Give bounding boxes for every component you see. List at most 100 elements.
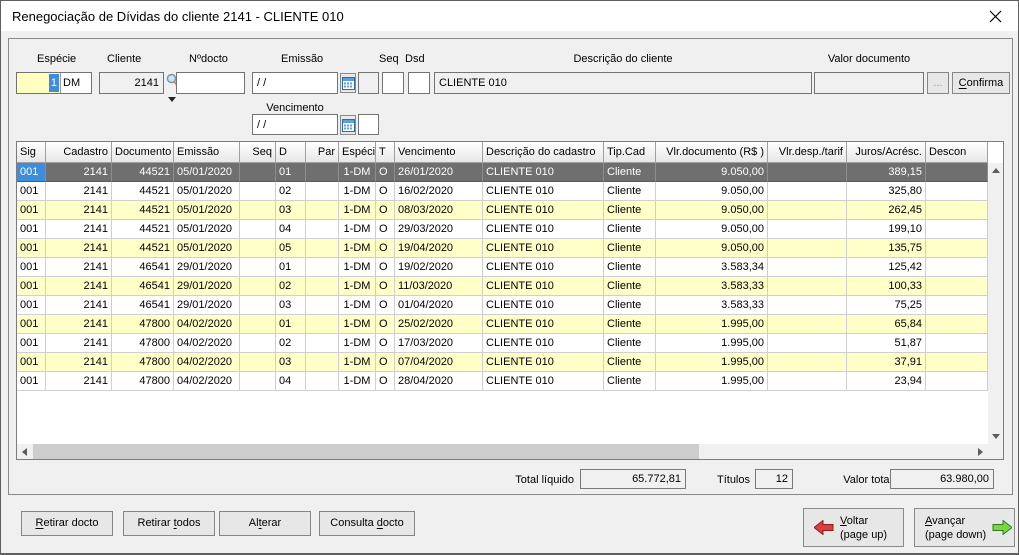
table-cell[interactable]: 46541	[112, 277, 174, 296]
table-cell[interactable]	[926, 201, 988, 220]
avancar-button[interactable]: Avançar (page down)	[914, 508, 1015, 547]
table-cell[interactable]: 04	[276, 220, 306, 239]
table-cell[interactable]	[306, 258, 339, 277]
table-cell[interactable]	[768, 353, 847, 372]
table-cell[interactable]	[768, 296, 847, 315]
table-cell[interactable]: 2141	[46, 353, 112, 372]
table-row[interactable]: 00121414780004/02/2020041-DMO28/04/2020C…	[17, 372, 988, 391]
table-cell[interactable]: 47800	[112, 334, 174, 353]
table-cell[interactable]: 1-DM	[339, 182, 376, 201]
table-row[interactable]: 00121414452105/01/2020011-DMO26/01/2020C…	[17, 163, 988, 182]
table-cell[interactable]: 1-DM	[339, 353, 376, 372]
table-cell[interactable]: 1.995,00	[656, 334, 768, 353]
table-cell[interactable]: 001	[17, 296, 46, 315]
table-cell[interactable]: 02	[276, 334, 306, 353]
table-cell[interactable]	[306, 239, 339, 258]
cliente-field[interactable]: 2141	[99, 72, 164, 94]
valor-documento-field[interactable]	[814, 72, 924, 94]
table-cell[interactable]: Cliente	[604, 163, 656, 182]
table-cell[interactable]: 26/01/2020	[395, 163, 483, 182]
column-header[interactable]: D	[276, 142, 306, 163]
table-cell[interactable]: 05/01/2020	[174, 239, 240, 258]
retirar-todos-button[interactable]: Retirar todos	[123, 511, 215, 536]
table-cell[interactable]: CLIENTE 010	[483, 258, 604, 277]
table-cell[interactable]: O	[376, 372, 395, 391]
table-cell[interactable]	[240, 353, 276, 372]
table-cell[interactable]: 02	[276, 182, 306, 201]
table-row[interactable]: 00121414452105/01/2020051-DMO19/04/2020C…	[17, 239, 988, 258]
table-cell[interactable]: 44521	[112, 220, 174, 239]
scroll-left-button[interactable]	[17, 444, 32, 459]
table-cell[interactable]: 05	[276, 239, 306, 258]
table-cell[interactable]	[768, 372, 847, 391]
table-cell[interactable]	[768, 334, 847, 353]
table-cell[interactable]	[306, 353, 339, 372]
table-cell[interactable]	[926, 296, 988, 315]
table-cell[interactable]: 44521	[112, 239, 174, 258]
table-cell[interactable]: 2141	[46, 258, 112, 277]
table-cell[interactable]	[306, 220, 339, 239]
table-cell[interactable]: 02	[276, 277, 306, 296]
table-cell[interactable]: CLIENTE 010	[483, 372, 604, 391]
table-cell[interactable]: 47800	[112, 372, 174, 391]
table-cell[interactable]: 2141	[46, 296, 112, 315]
emissao-field[interactable]: / /	[252, 72, 338, 94]
especie-field[interactable]: 1 DM	[16, 72, 92, 94]
table-cell[interactable]: 3.583,33	[656, 277, 768, 296]
table-cell[interactable]: 2141	[46, 277, 112, 296]
column-header[interactable]: Par	[306, 142, 339, 163]
table-cell[interactable]	[240, 315, 276, 334]
table-cell[interactable]: 1.995,00	[656, 372, 768, 391]
table-cell[interactable]	[768, 220, 847, 239]
table-cell[interactable]: 9.050,00	[656, 220, 768, 239]
table-cell[interactable]: CLIENTE 010	[483, 201, 604, 220]
table-cell[interactable]	[768, 258, 847, 277]
table-cell[interactable]	[768, 163, 847, 182]
table-cell[interactable]: 16/02/2020	[395, 182, 483, 201]
table-cell[interactable]: 001	[17, 220, 46, 239]
table-cell[interactable]: 3.583,33	[656, 296, 768, 315]
table-cell[interactable]: O	[376, 277, 395, 296]
table-cell[interactable]	[306, 201, 339, 220]
table-cell[interactable]: CLIENTE 010	[483, 277, 604, 296]
column-header[interactable]: Cadastro	[46, 142, 112, 163]
column-header[interactable]: Espécie	[339, 142, 376, 163]
table-cell[interactable]: O	[376, 201, 395, 220]
emissao-calendar-button[interactable]	[340, 73, 356, 93]
table-cell[interactable]: CLIENTE 010	[483, 334, 604, 353]
horizontal-scrollbar[interactable]	[17, 444, 988, 459]
table-cell[interactable]: 1-DM	[339, 296, 376, 315]
dsd-field[interactable]	[408, 72, 430, 94]
cliente-dropdown-button[interactable]	[166, 95, 178, 103]
table-cell[interactable]: 46541	[112, 258, 174, 277]
table-row[interactable]: 00121414452105/01/2020041-DMO29/03/2020C…	[17, 220, 988, 239]
table-cell[interactable]: 03	[276, 296, 306, 315]
table-cell[interactable]: 001	[17, 353, 46, 372]
retirar-docto-button[interactable]: Retirar docto	[21, 511, 113, 536]
table-cell[interactable]: 9.050,00	[656, 239, 768, 258]
table-cell[interactable]: 65,84	[847, 315, 926, 334]
column-header[interactable]: Juros/Acrésc.	[847, 142, 926, 163]
table-cell[interactable]	[306, 372, 339, 391]
table-cell[interactable]: 3.583,34	[656, 258, 768, 277]
table-cell[interactable]: Cliente	[604, 258, 656, 277]
table-cell[interactable]: 04/02/2020	[174, 315, 240, 334]
table-cell[interactable]: 05/01/2020	[174, 182, 240, 201]
table-cell[interactable]: Cliente	[604, 220, 656, 239]
table-cell[interactable]: O	[376, 353, 395, 372]
table-cell[interactable]: 001	[17, 201, 46, 220]
table-row[interactable]: 00121414452105/01/2020021-DMO16/02/2020C…	[17, 182, 988, 201]
column-header[interactable]: Descon	[926, 142, 988, 163]
table-cell[interactable]: O	[376, 220, 395, 239]
table-cell[interactable]	[240, 182, 276, 201]
table-cell[interactable]	[306, 296, 339, 315]
column-header[interactable]: Emissão	[174, 142, 240, 163]
table-cell[interactable]: 29/01/2020	[174, 258, 240, 277]
column-header[interactable]: Descrição do cadastro	[483, 142, 604, 163]
table-cell[interactable]	[768, 182, 847, 201]
table-cell[interactable]	[240, 163, 276, 182]
table-cell[interactable]: 05/01/2020	[174, 163, 240, 182]
table-row[interactable]: 00121414654129/01/2020031-DMO01/04/2020C…	[17, 296, 988, 315]
table-cell[interactable]: Cliente	[604, 201, 656, 220]
table-cell[interactable]: 51,87	[847, 334, 926, 353]
